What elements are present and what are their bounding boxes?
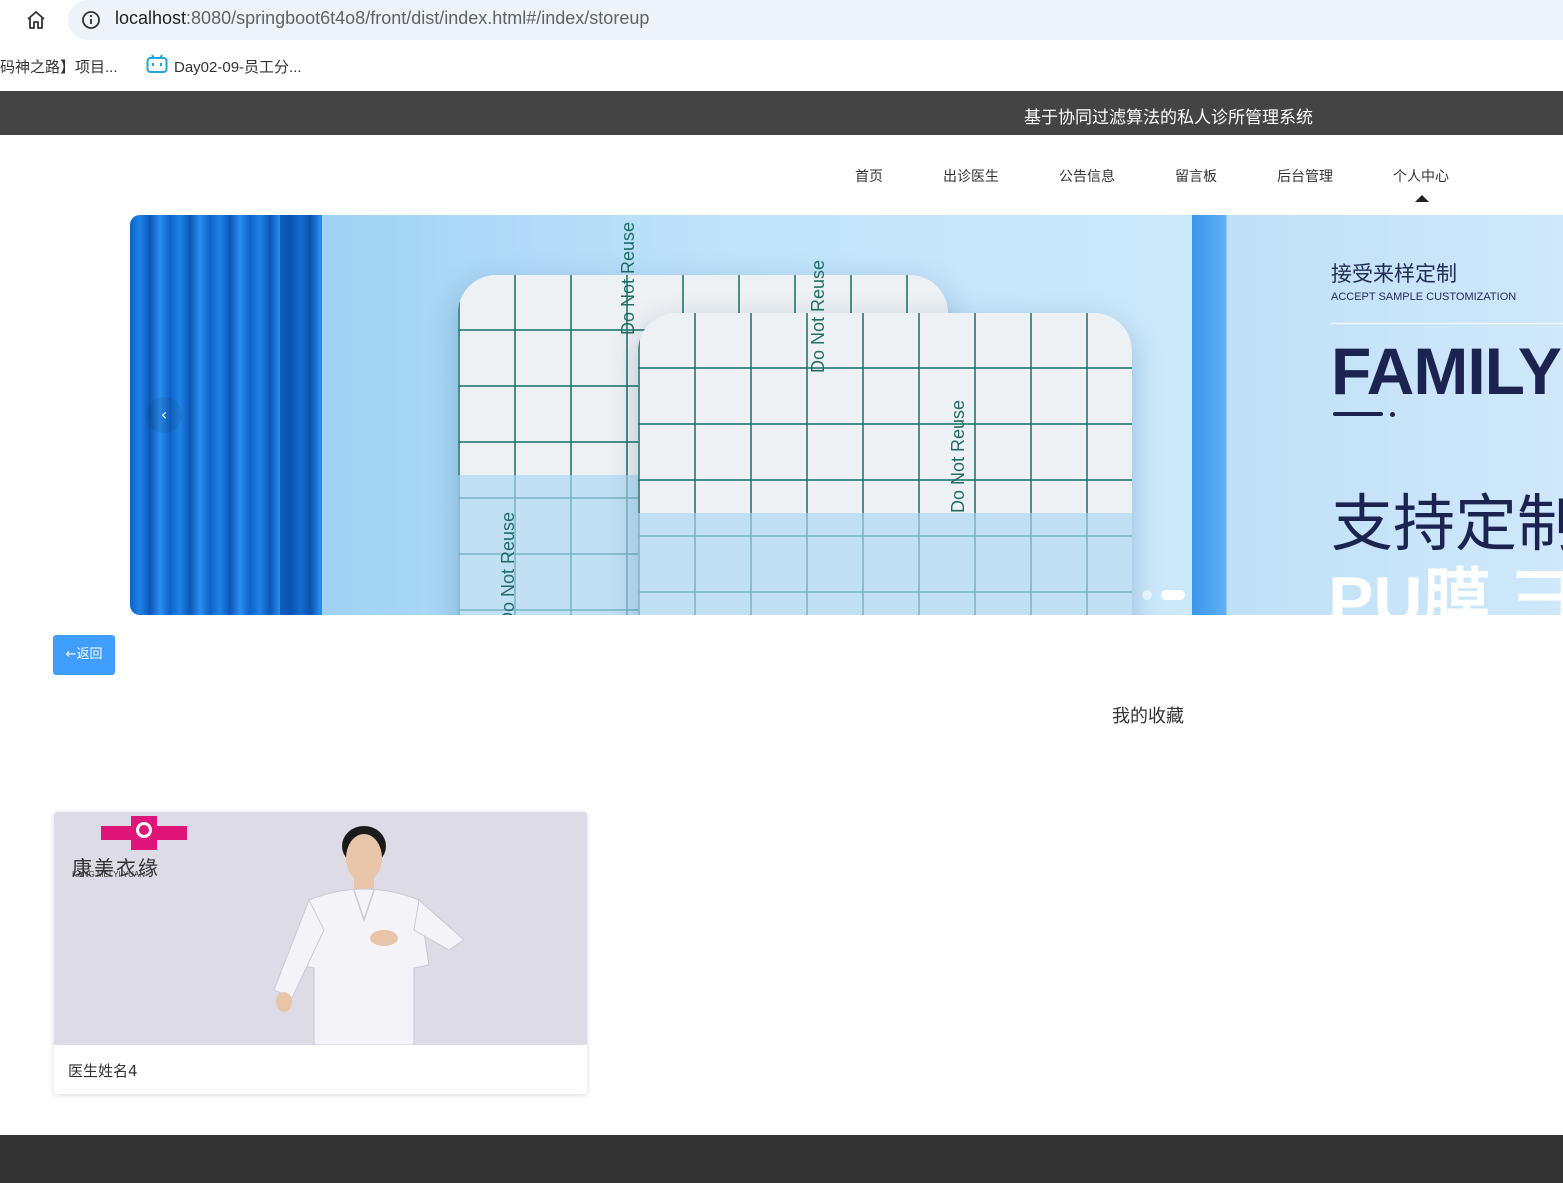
banner-dot: [1390, 412, 1395, 417]
doctor-photo: 康美衣缘 KANG MEI YI YUAN: [54, 812, 587, 1045]
carousel-prev-button[interactable]: ‹: [146, 397, 182, 433]
nav-item-messages[interactable]: 留言板: [1175, 166, 1217, 186]
banner-patch-front: Do Not Reuse Do Not Reuse: [638, 260, 1132, 615]
patch-band: [638, 513, 1132, 615]
back-button[interactable]: ←返回: [53, 635, 115, 675]
bilibili-icon: [146, 54, 168, 73]
url-host: localhost: [115, 8, 187, 28]
banner-dash: [1333, 412, 1383, 416]
banner-subtitle-en: ACCEPT SAMPLE CUSTOMIZATION: [1331, 291, 1517, 303]
info-icon[interactable]: [80, 9, 102, 31]
nav-item-home[interactable]: 首页: [855, 166, 883, 186]
favorite-card[interactable]: 康美衣缘 KANG MEI YI YUAN 医生姓名4: [54, 812, 587, 1094]
url-text[interactable]: localhost:8080/springboot6t4o8/front/dis…: [115, 8, 649, 29]
home-icon[interactable]: [24, 8, 48, 32]
patch-label: Do Not Reuse: [808, 259, 828, 373]
banner-curtain-shade: [280, 215, 322, 615]
nav-item-profile[interactable]: 个人中心: [1393, 166, 1449, 186]
banner-headline: FAMILY S: [1331, 334, 1563, 408]
browser-address-row: localhost:8080/springboot6t4o8/front/dis…: [0, 0, 1563, 40]
bookmarks-bar: 码神之路】项目... Day02-09-员工分...: [0, 40, 1563, 91]
site-header: 基于协同过滤算法的私人诊所管理系统: [0, 91, 1563, 135]
page-title: 我的收藏: [1112, 706, 1184, 727]
bookmark-2[interactable]: Day02-09-员工分...: [174, 56, 302, 77]
patch-label: Do Not Reuse: [498, 511, 518, 615]
nav-active-caret-icon: [1415, 195, 1429, 202]
site-title: 基于协同过滤算法的私人诊所管理系统: [1024, 108, 1313, 128]
banner-carousel[interactable]: Do Not Reuse Do Not Reuse Do Not Reuse D…: [130, 215, 1563, 615]
patch-label: Do Not Reuse: [618, 221, 638, 335]
nav-item-doctors[interactable]: 出诊医生: [943, 166, 999, 186]
banner-subtitle: 接受来样定制: [1331, 262, 1457, 286]
banner-divider: [1331, 323, 1563, 324]
bookmark-1[interactable]: 码神之路】项目...: [0, 56, 118, 77]
carousel-indicator-active[interactable]: [1161, 590, 1185, 600]
banner-pu-text: PU膜 ⺕: [1328, 563, 1563, 615]
clinic-logo-icon: [101, 816, 187, 850]
site-footer: [0, 1135, 1563, 1183]
url-path: :8080/springboot6t4o8/front/dist/index.h…: [186, 8, 650, 28]
main-nav: 首页 出诊医生 公告信息 留言板 后台管理 个人中心: [0, 135, 1563, 215]
nav-item-admin[interactable]: 后台管理: [1277, 166, 1333, 186]
patch-label: Do Not Reuse: [948, 399, 968, 513]
carousel-indicator[interactable]: [1142, 590, 1152, 600]
doctor-name: 医生姓名4: [68, 1062, 138, 1080]
nav-item-announcements[interactable]: 公告信息: [1059, 166, 1115, 186]
clinic-logo-text-en: KANG MEI YI YUAN: [72, 870, 146, 879]
doctor-figure: [273, 826, 465, 1045]
